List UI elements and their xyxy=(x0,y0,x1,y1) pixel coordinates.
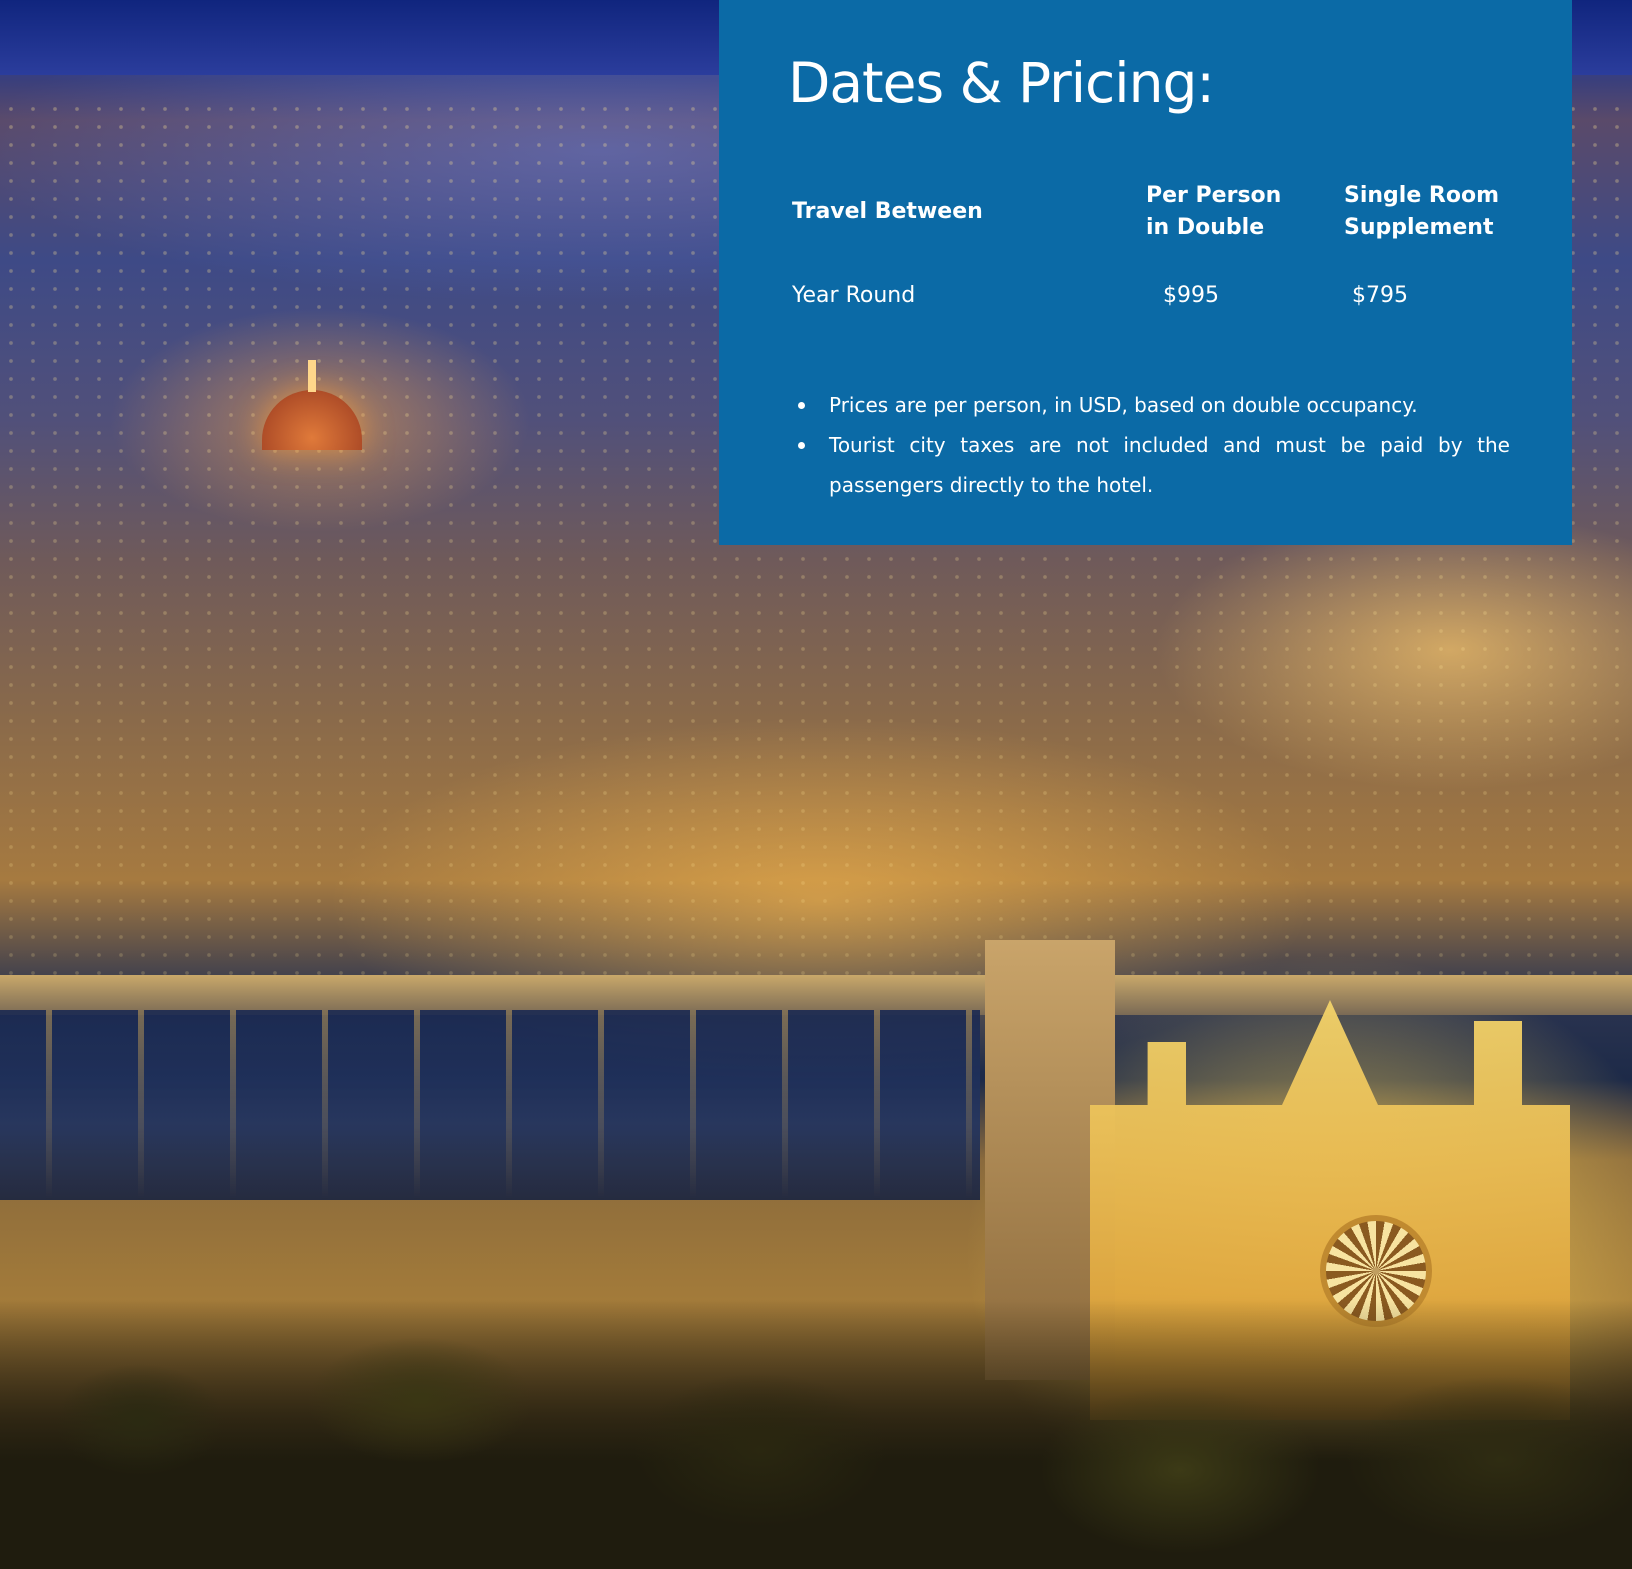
foreground-trees xyxy=(0,1300,1632,1569)
note-item: Tourist city taxes are not included and … xyxy=(792,425,1510,505)
pricing-notes: Prices are per person, in USD, based on … xyxy=(792,385,1510,505)
pricing-panel: Dates & Pricing: Travel Between Per Pers… xyxy=(719,0,1572,545)
header-per-person-double: Per Person in Double xyxy=(1146,180,1281,244)
river-embankment xyxy=(0,975,1632,1015)
note-text: Tourist city taxes are not included and … xyxy=(829,433,1510,497)
header-per-person-double-line-1: Per Person xyxy=(1146,183,1282,208)
bullet-icon xyxy=(798,402,805,409)
panel-title: Dates & Pricing: xyxy=(788,51,1215,115)
bullet-icon xyxy=(798,442,805,449)
header-single-supplement-line-1: Single Room xyxy=(1344,183,1500,208)
note-text: Prices are per person, in USD, based on … xyxy=(829,393,1418,417)
river xyxy=(0,1010,980,1200)
row-single-supplement: $795 xyxy=(1352,283,1408,308)
header-single-supplement: Single Room Supplement xyxy=(1344,180,1499,244)
note-item: Prices are per person, in USD, based on … xyxy=(792,385,1510,425)
header-single-supplement-line-2: Supplement xyxy=(1344,215,1494,240)
header-travel-between: Travel Between xyxy=(792,196,983,228)
header-travel-between-line: Travel Between xyxy=(792,199,983,224)
row-travel-between: Year Round xyxy=(792,283,916,308)
header-per-person-double-line-2: in Double xyxy=(1146,215,1265,240)
row-per-person-double: $995 xyxy=(1163,283,1219,308)
